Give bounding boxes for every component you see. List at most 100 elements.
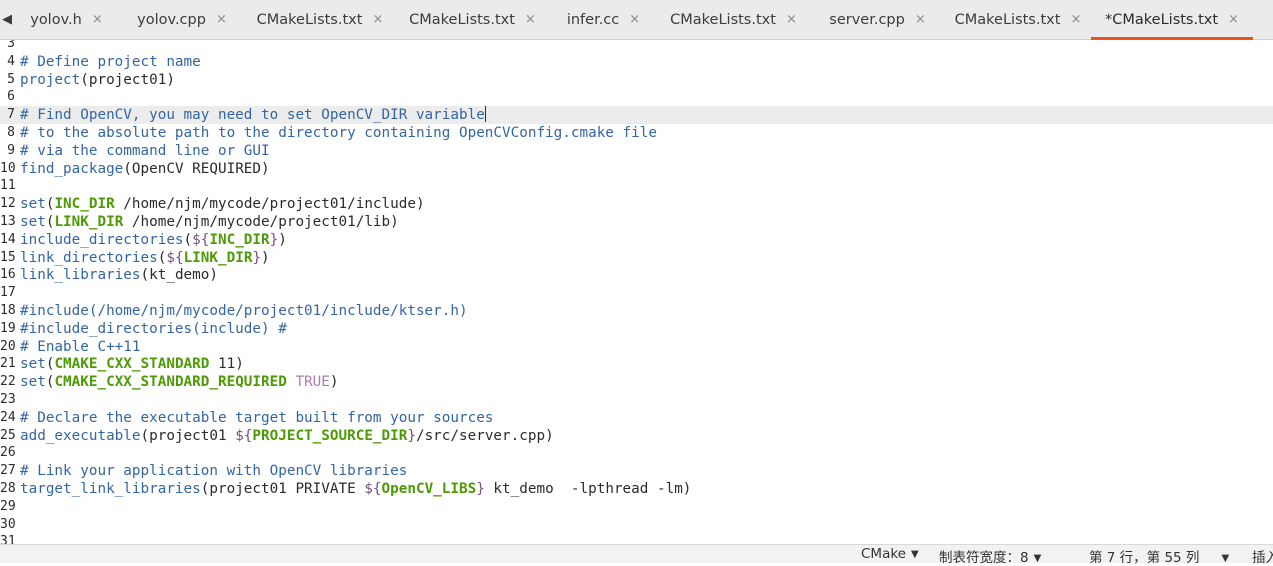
- tab-cmakelists-2[interactable]: CMakeLists.txt ×: [395, 0, 550, 39]
- code-token: }: [269, 231, 279, 248]
- code-line[interactable]: 28 target_link_libraries(project01 PRIVAT…: [0, 480, 1273, 498]
- line-code: # Find OpenCV, you may need to set OpenC…: [20, 106, 486, 124]
- code-line[interactable]: 18 #include(/home/njm/mycode/project01/in…: [0, 302, 1273, 320]
- code-token: set: [20, 214, 46, 230]
- tab-cmakelists-3[interactable]: CMakeLists.txt ×: [657, 0, 810, 39]
- code-token: add_executable: [20, 427, 141, 444]
- line-code: set(CMAKE_CXX_STANDARD 11): [20, 355, 244, 373]
- tab-yolov-h[interactable]: yolov.h ×: [14, 0, 119, 39]
- code-line[interactable]: 8 # to the absolute path to the directory…: [0, 124, 1273, 142]
- language-selector[interactable]: CMake ▼: [861, 546, 919, 562]
- line-code: # Enable C++11: [20, 338, 141, 356]
- insert-mode-indicator[interactable]: 插入: [1252, 546, 1273, 566]
- code-line[interactable]: 22 set(CMAKE_CXX_STANDARD_REQUIRED TRUE): [0, 373, 1273, 391]
- code-line[interactable]: 16 link_libraries(kt_demo): [0, 266, 1273, 284]
- code-line[interactable]: 25 add_executable(project01 ${PROJECT_SOU…: [0, 427, 1273, 445]
- code-token: (: [183, 231, 193, 248]
- code-token: INC_DIR: [209, 231, 270, 248]
- code-token: ): [261, 249, 270, 266]
- line-number: 28: [0, 481, 16, 496]
- tab-scroll-left-icon[interactable]: ◀: [0, 0, 14, 39]
- tab-width-selector[interactable]: 制表符宽度：8 ▼: [939, 546, 1041, 566]
- tab-cmakelists-1[interactable]: CMakeLists.txt ×: [245, 0, 395, 39]
- code-token: set: [20, 196, 46, 213]
- code-line[interactable]: 7 # Find OpenCV, you may need to set Open…: [0, 106, 1273, 125]
- code-line[interactable]: 15 link_directories(${LINK_DIR}): [0, 249, 1273, 267]
- close-icon[interactable]: ×: [92, 12, 103, 27]
- code-token: find_package: [20, 160, 124, 177]
- line-number: 30: [0, 516, 16, 532]
- code-line[interactable]: 17: [0, 284, 1273, 302]
- code-line[interactable]: 3: [0, 40, 1273, 53]
- code-line[interactable]: 24 # Declare the executable target built …: [0, 409, 1273, 427]
- code-line[interactable]: 13 set(LINK_DIR /home/njm/mycode/project0…: [0, 213, 1273, 231]
- code-token: /src/server.cpp): [415, 427, 554, 444]
- code-line[interactable]: 30: [0, 516, 1273, 534]
- close-icon[interactable]: ×: [1228, 12, 1239, 27]
- code-line[interactable]: 23: [0, 391, 1273, 409]
- tab-yolov-cpp[interactable]: yolov.cpp ×: [119, 0, 245, 39]
- code-line[interactable]: 14 include_directories(${INC_DIR}): [0, 231, 1273, 249]
- line-number: 7: [7, 107, 15, 123]
- code-token: (OpenCV REQUIRED): [123, 160, 270, 177]
- tab-cmakelists-4[interactable]: CMakeLists.txt ×: [945, 0, 1091, 39]
- code-line[interactable]: 20 # Enable C++11: [0, 338, 1273, 356]
- line-number: 18: [0, 303, 16, 318]
- code-editor[interactable]: 3 4 # Define project name 5 project(project0…: [0, 40, 1273, 544]
- code-token: ${: [166, 249, 184, 266]
- cursor-position-selector[interactable]: 第 7 行，第 55 列 ▼: [1089, 546, 1229, 566]
- code-token: # Link your application with OpenCV libr…: [20, 463, 408, 480]
- tab-label: yolov.cpp: [137, 11, 206, 28]
- code-token: #include_directories(include) #: [20, 320, 287, 337]
- close-icon[interactable]: ×: [372, 12, 383, 27]
- code-line[interactable]: 29: [0, 498, 1273, 516]
- code-token: (project01 PRIVATE: [200, 481, 365, 497]
- code-token: ${: [192, 231, 210, 248]
- code-token: }: [252, 249, 262, 266]
- code-line[interactable]: 6: [0, 88, 1273, 106]
- code-line[interactable]: 26: [0, 444, 1273, 462]
- code-line[interactable]: 19 #include_directories(include) #: [0, 320, 1273, 338]
- line-number: 12: [0, 196, 16, 212]
- line-number: 25: [0, 427, 16, 443]
- line-code: link_libraries(kt_demo): [20, 266, 218, 284]
- code-line[interactable]: 5 project(project01): [0, 71, 1273, 89]
- line-code: add_executable(project01 ${PROJECT_SOURC…: [20, 427, 554, 445]
- line-number: 3: [7, 40, 15, 51]
- tab-cmakelists-active[interactable]: *CMakeLists.txt ×: [1091, 0, 1253, 40]
- code-token: ${: [235, 427, 253, 444]
- code-line[interactable]: 11: [0, 177, 1273, 195]
- code-token: }: [476, 481, 485, 497]
- code-token: set: [20, 374, 46, 391]
- close-icon[interactable]: ×: [525, 12, 536, 27]
- line-number: 13: [0, 214, 16, 229]
- code-token: /home/njm/mycode/project01/lib): [123, 214, 399, 230]
- code-line[interactable]: 10 find_package(OpenCV REQUIRED): [0, 160, 1273, 178]
- code-line[interactable]: 31: [0, 533, 1273, 544]
- tab-infer-cc[interactable]: infer.cc ×: [550, 0, 657, 39]
- code-token: # Declare the executable target built fr…: [20, 409, 494, 426]
- line-code: # Define project name: [20, 53, 201, 71]
- line-number: 15: [0, 249, 16, 265]
- code-line[interactable]: 4 # Define project name: [0, 53, 1273, 71]
- tab-label: yolov.h: [30, 11, 82, 28]
- code-token: (project01: [140, 427, 236, 444]
- chevron-down-icon: ▼: [1221, 553, 1230, 564]
- tab-server-cpp[interactable]: server.cpp ×: [810, 0, 945, 39]
- close-icon[interactable]: ×: [786, 12, 797, 27]
- code-line[interactable]: 12 set(INC_DIR /home/njm/mycode/project01…: [0, 195, 1273, 213]
- close-icon[interactable]: ×: [915, 12, 926, 27]
- code-token: # Define project name: [20, 53, 201, 70]
- code-line[interactable]: 21 set(CMAKE_CXX_STANDARD 11): [0, 355, 1273, 373]
- code-token: (project01): [80, 71, 175, 88]
- close-icon[interactable]: ×: [629, 12, 640, 27]
- code-token: project: [20, 71, 81, 88]
- line-number: 9: [7, 142, 15, 158]
- line-code: #include(/home/njm/mycode/project01/incl…: [20, 302, 468, 320]
- line-number: 27: [0, 463, 16, 479]
- close-icon[interactable]: ×: [1070, 12, 1081, 27]
- line-code: # Declare the executable target built fr…: [20, 409, 493, 427]
- close-icon[interactable]: ×: [216, 12, 227, 27]
- code-line[interactable]: 27 # Link your application with OpenCV li…: [0, 462, 1273, 480]
- code-line[interactable]: 9 # via the command line or GUI: [0, 142, 1273, 160]
